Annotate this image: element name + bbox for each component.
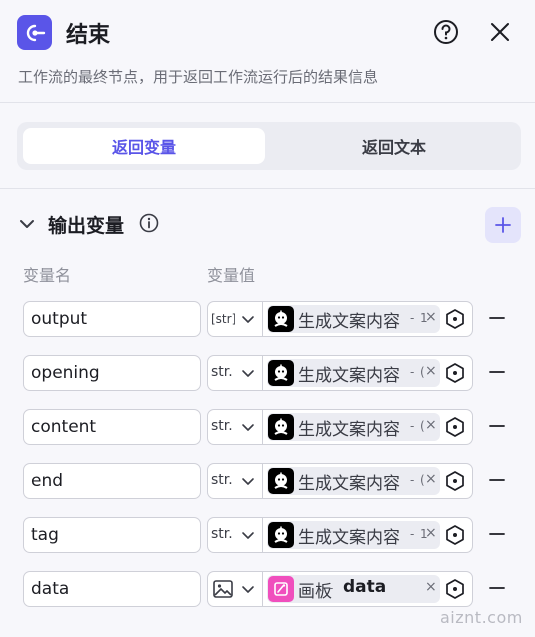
variable-reference-chip[interactable]: 生成文案内容 - 1 × <box>267 521 440 549</box>
chevron-down-icon <box>242 532 254 539</box>
return-mode-tabs: 返回变量 返回文本 <box>17 122 521 170</box>
remove-variable-icon[interactable] <box>488 309 506 327</box>
variable-type-select[interactable]: str. <box>208 518 263 552</box>
reference-node-name: 生成文案内容 <box>298 366 400 386</box>
output-variable-row: 画板- data × <box>0 571 535 607</box>
help-circle-icon[interactable] <box>433 19 459 45</box>
variable-reference-chip[interactable]: 生成文案内容 - (× <box>267 467 440 495</box>
tab-return-variables[interactable]: 返回变量 <box>23 128 265 164</box>
variable-type-label: str. <box>211 526 233 542</box>
variable-name-input[interactable] <box>23 409 201 445</box>
variable-value-field: str. 生成文案内容 - (× <box>207 409 473 445</box>
variable-type-label: str. <box>211 472 233 488</box>
variable-picker-icon[interactable] <box>444 416 466 438</box>
node-description: 工作流的最终节点，用于返回工作流运行后的结果信息 <box>18 68 379 86</box>
chevron-down-icon <box>242 586 254 593</box>
variable-type-label: [str] <box>211 312 235 326</box>
robot-avatar-icon <box>268 468 294 494</box>
output-variable-row: [str] 生成文案内容- 1× <box>0 301 535 337</box>
variable-reference-chip[interactable]: 生成文案内容 - (× <box>267 359 440 387</box>
reference-field-name: ( <box>420 365 425 379</box>
add-variable-button[interactable] <box>485 207 521 243</box>
variable-picker-icon[interactable] <box>444 308 466 330</box>
section-title: 输出变量 <box>48 215 125 237</box>
reference-node-name: 生成文案内容 <box>298 420 400 440</box>
variable-reference-chip[interactable]: 生成文案内容 - (× <box>267 413 440 441</box>
plus-icon <box>495 217 511 233</box>
output-variable-row: str. 生成文案内容- (× <box>0 409 535 445</box>
variable-picker-icon[interactable] <box>444 578 466 600</box>
variable-picker-icon[interactable] <box>444 470 466 492</box>
reference-field-name: data <box>343 577 387 597</box>
clear-reference-icon[interactable]: × <box>425 417 437 433</box>
chevron-down-icon[interactable] <box>18 215 36 233</box>
variable-type-select[interactable]: str. <box>208 410 263 444</box>
variable-value-field: str. 生成文案内容 - (× <box>207 463 473 499</box>
variable-value-field: 画板 - data × <box>207 571 473 607</box>
clear-reference-icon[interactable]: × <box>425 363 437 379</box>
variable-picker-icon[interactable] <box>444 524 466 546</box>
column-header-value: 变量值 <box>207 266 256 285</box>
variable-name-input[interactable] <box>23 463 201 499</box>
image-type-icon <box>213 580 233 598</box>
column-header-name: 变量名 <box>23 266 72 285</box>
reference-node-name: 生成文案内容 <box>298 528 400 548</box>
page-title: 结束 <box>66 23 111 48</box>
variable-value-field: str. 生成文案内容 - (× <box>207 355 473 391</box>
variable-name-input[interactable] <box>23 571 201 607</box>
variable-name-input[interactable] <box>23 301 201 337</box>
variable-type-select[interactable]: str. <box>208 464 263 498</box>
reference-separator: - <box>329 581 334 595</box>
close-icon[interactable] <box>488 20 512 44</box>
variable-value-field: [str] 生成文案内容 - 1 × <box>207 301 473 337</box>
clear-reference-icon[interactable]: × <box>425 309 437 325</box>
variable-name-input[interactable] <box>23 517 201 553</box>
tabs-divider <box>0 188 535 189</box>
robot-avatar-icon <box>268 306 294 332</box>
remove-variable-icon[interactable] <box>488 471 506 489</box>
reference-field-name: ( <box>420 419 425 433</box>
remove-variable-icon[interactable] <box>488 525 506 543</box>
board-icon <box>268 576 294 602</box>
remove-variable-icon[interactable] <box>488 417 506 435</box>
variable-reference-chip[interactable]: 生成文案内容 - 1 × <box>267 305 440 333</box>
clear-reference-icon[interactable]: × <box>425 579 437 595</box>
robot-avatar-icon <box>268 522 294 548</box>
variable-type-select[interactable]: [str] <box>208 302 263 336</box>
variable-name-input[interactable] <box>23 355 201 391</box>
reference-node-name: 生成文案内容 <box>298 312 400 332</box>
robot-avatar-icon <box>268 360 294 386</box>
variable-reference-chip[interactable]: 画板 - data × <box>267 575 440 603</box>
clear-reference-icon[interactable]: × <box>425 525 437 541</box>
watermark: aiznt.com <box>440 608 523 627</box>
panel-header: 结束 工作流的最终节点，用于返回工作流运行后的结果信息 <box>0 0 535 102</box>
end-node-icon <box>17 15 52 50</box>
reference-node-name: 画板 <box>298 582 332 602</box>
chevron-down-icon <box>242 316 254 323</box>
variable-picker-icon[interactable] <box>444 362 466 384</box>
remove-variable-icon[interactable] <box>488 579 506 597</box>
remove-variable-icon[interactable] <box>488 363 506 381</box>
variable-type-label: str. <box>211 364 233 380</box>
chevron-down-icon <box>242 478 254 485</box>
variable-value-field: str. 生成文案内容 - 1 × <box>207 517 473 553</box>
reference-node-name: 生成文案内容 <box>298 474 400 494</box>
variable-type-label: str. <box>211 418 233 434</box>
output-variable-row: str. 生成文案内容- (× <box>0 355 535 391</box>
reference-field-name: ( <box>420 473 425 487</box>
chevron-down-icon <box>242 370 254 377</box>
variable-type-select[interactable] <box>208 572 263 606</box>
info-icon[interactable] <box>139 213 159 233</box>
header-divider <box>0 102 535 103</box>
robot-avatar-icon <box>268 414 294 440</box>
output-variable-row: str. 生成文案内容- 1× <box>0 517 535 553</box>
clear-reference-icon[interactable]: × <box>425 471 437 487</box>
tab-return-text[interactable]: 返回文本 <box>273 128 515 164</box>
output-variable-row: str. 生成文案内容- (× <box>0 463 535 499</box>
variable-type-select[interactable]: str. <box>208 356 263 390</box>
chevron-down-icon <box>242 424 254 431</box>
